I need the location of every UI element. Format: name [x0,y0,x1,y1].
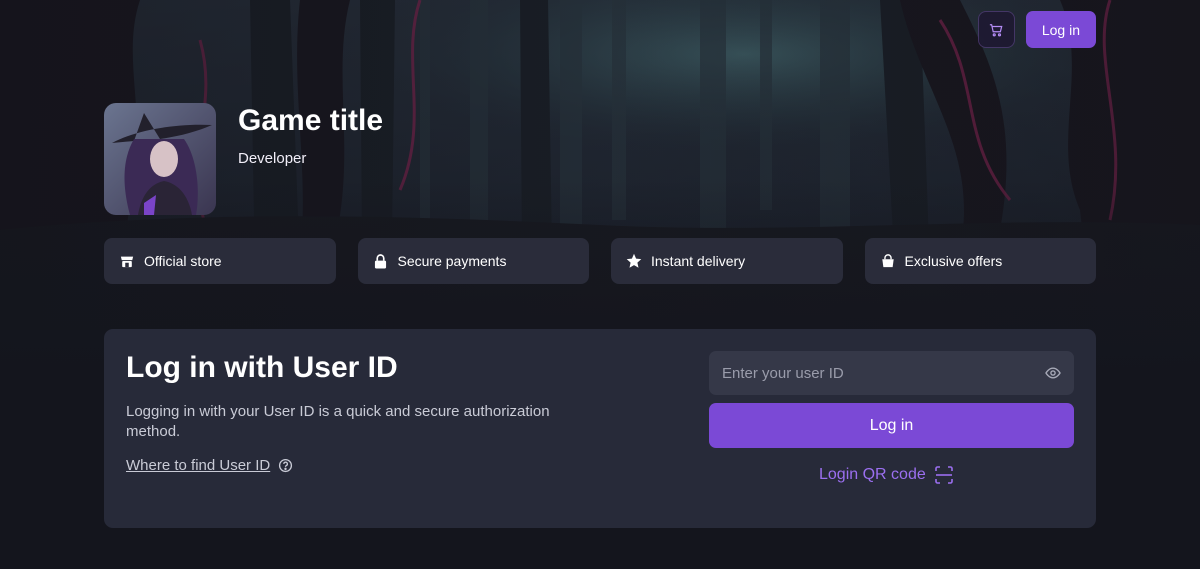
feature-label: Official store [144,253,222,269]
store-icon [119,253,135,269]
game-title-block: Game title Developer [238,103,383,215]
star-icon [626,253,642,269]
lock-icon [373,253,389,269]
feature-secure-payments: Secure payments [357,238,589,284]
qr-label: Login QR code [819,466,926,483]
login-description: Logging in with your User ID is a quick … [126,403,550,440]
eye-icon[interactable] [1045,365,1061,381]
user-id-field [709,351,1074,395]
login-title: Log in with User ID [126,351,398,384]
help-icon [279,458,293,473]
game-header: Game title Developer [104,103,383,215]
cart-button[interactable] [977,11,1015,48]
login-panel: Log in with User ID Logging in with your… [104,329,1096,528]
where-to-find-id-link[interactable]: Where to find User ID [126,457,293,474]
feature-official-store: Official store [104,238,336,284]
bag-icon [880,253,896,269]
feature-label: Exclusive offers [904,253,1003,269]
feature-instant-delivery: Instant delivery [611,238,843,284]
feature-badges: Official store Secure payments Instant d… [104,238,1096,284]
feature-exclusive-offers: Exclusive offers [864,238,1096,284]
cart-icon [990,23,1003,36]
top-actions: Log in [977,11,1096,48]
login-qr-code-link[interactable]: Login QR code [819,466,953,484]
user-id-input[interactable] [709,351,1074,395]
game-title: Game title [238,104,384,137]
qr-scan-icon [934,466,953,484]
game-cover-image [104,103,216,215]
feature-label: Instant delivery [651,253,746,269]
where-to-find-id-label: Where to find User ID [126,457,271,474]
login-submit-button[interactable]: Log in [709,403,1074,448]
feature-label: Secure payments [397,253,507,269]
header-login-button[interactable]: Log in [1025,11,1096,48]
game-developer: Developer [238,150,307,167]
